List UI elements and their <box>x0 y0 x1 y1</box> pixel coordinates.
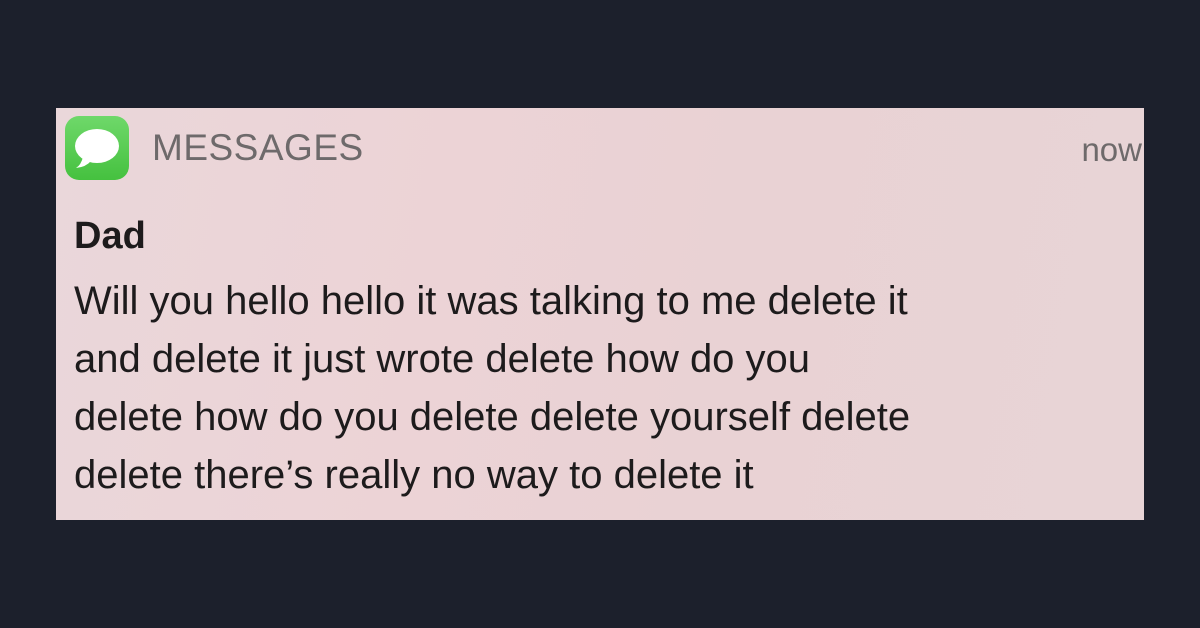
page-background: MESSAGES now Dad Will you hello hello it… <box>0 0 1200 628</box>
notification-timestamp: now <box>1081 131 1142 168</box>
message-line: delete there’s really no way to delete i… <box>74 453 754 497</box>
sender-name: Dad <box>74 215 146 257</box>
message-notification-banner[interactable]: MESSAGES now Dad Will you hello hello it… <box>56 108 1144 520</box>
message-line: delete how do you delete delete yourself… <box>74 395 911 439</box>
app-name: MESSAGES <box>152 127 364 168</box>
speech-bubble-icon <box>75 129 119 168</box>
message-line: Will you hello hello it was talking to m… <box>74 279 908 323</box>
message-line: and delete it just wrote delete how do y… <box>74 337 811 381</box>
notification-header: MESSAGES now <box>56 108 1144 188</box>
messages-app-icon <box>65 116 129 180</box>
message-body: Will you hello hello it was talking to m… <box>74 272 1134 504</box>
